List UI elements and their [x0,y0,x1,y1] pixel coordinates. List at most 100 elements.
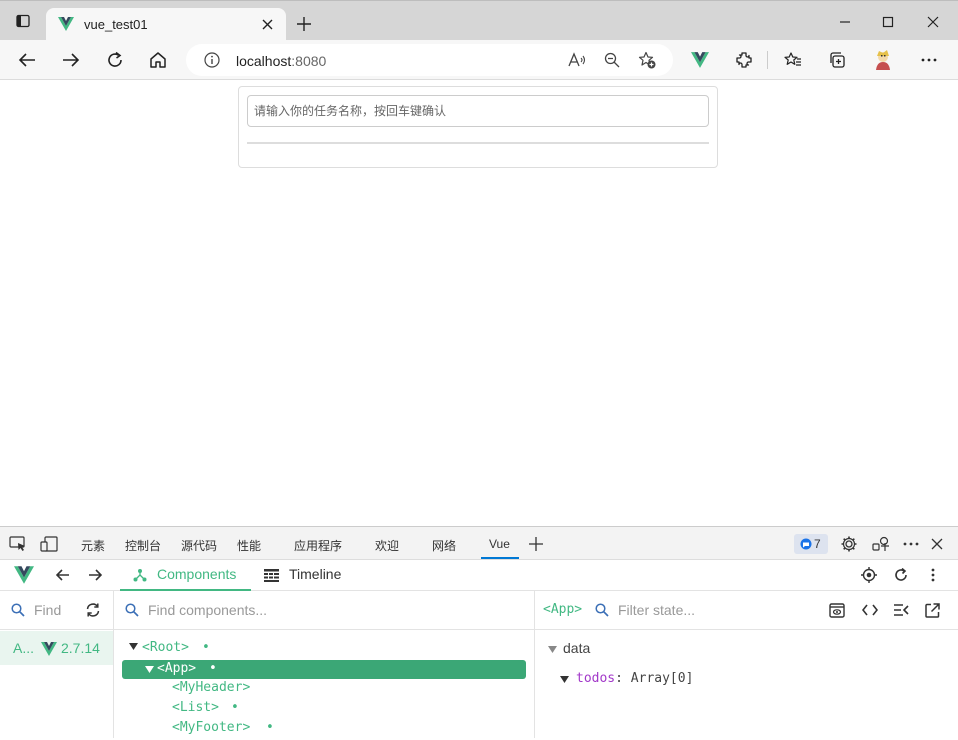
vue-back-icon[interactable] [48,560,78,590]
expand-triangle-icon[interactable] [129,642,138,651]
browser-toolbar: localhost:8080 [0,40,958,80]
close-tab-icon[interactable] [262,19,273,30]
collections-icon[interactable] [822,45,852,75]
filter-state-input[interactable]: Filter state... [618,602,695,618]
tree-node-myfooter[interactable]: <MyFooter> • [114,720,534,740]
tab-welcome[interactable]: 欢迎 [375,537,399,554]
vue-version: 2.7.14 [61,640,100,656]
state-colon: : [615,671,623,686]
vue-refresh-icon[interactable] [886,560,916,590]
favorites-icon[interactable] [778,45,808,75]
tab-sources[interactable]: 源代码 [181,537,217,554]
components-find-bar: Find components... [114,591,534,630]
settings-gear-icon[interactable] [834,529,864,559]
inspect-dom-code-icon[interactable] [862,604,878,616]
scroll-to-component-icon[interactable] [829,603,845,618]
vue-forward-icon[interactable] [80,560,110,590]
todo-input[interactable] [247,95,709,127]
tab-network[interactable]: 网络 [432,537,456,554]
refresh-apps-icon[interactable] [85,602,101,618]
page-viewport [0,80,958,526]
back-icon[interactable] [12,45,42,75]
state-filter-bar: <App> Filter state... [535,591,958,630]
open-in-editor-icon[interactable] [925,603,940,618]
new-tab-icon[interactable] [289,9,319,39]
minimize-icon[interactable] [830,7,860,37]
state-section-label: data [563,640,591,656]
maximize-icon[interactable] [873,7,903,37]
forward-icon[interactable] [56,45,86,75]
issues-icon [800,538,812,550]
address-bar[interactable]: localhost:8080 [186,44,673,76]
apps-find-input[interactable]: Find [34,602,61,618]
search-icon [11,603,25,617]
tree-node-dot: • [231,700,239,715]
todo-container [238,86,718,168]
state-entry[interactable]: todos: Array[0] [576,671,693,686]
read-aloud-icon[interactable] [568,52,586,68]
components-tab-label: Components [157,566,237,582]
tree-node-label: <App> [157,661,197,676]
expand-triangle-icon[interactable] [145,665,154,674]
refresh-icon[interactable] [100,45,130,75]
tab-vue[interactable]: Vue [489,537,510,551]
tree-node-dot: • [202,640,210,655]
tree-node-myheader[interactable]: <MyHeader> [114,680,534,700]
component-tree-panel: Find components... <Root> • <App> • <MyH… [114,591,535,738]
tab-components[interactable]: Components [120,560,251,591]
tab-performance[interactable]: 性能 [237,537,261,554]
vue-logo-icon [41,642,57,656]
issues-badge[interactable]: 7 [794,534,828,554]
extensions-icon[interactable] [729,45,759,75]
selected-component-name: <App> [543,602,583,617]
home-icon[interactable] [143,45,173,75]
show-render-code-icon[interactable] [893,604,909,617]
vue-more-icon[interactable] [918,560,948,590]
collapse-triangle-icon[interactable] [548,645,557,654]
app-name: A... [13,640,35,656]
tab-console[interactable]: 控制台 [125,537,161,554]
customize-devtools-icon[interactable] [866,529,896,559]
profile-avatar[interactable] [868,45,898,75]
zoom-out-icon[interactable] [604,52,620,68]
add-tool-icon[interactable] [521,529,551,559]
state-key: todos [576,671,616,686]
vue-devtools-bar: Components Timeline [0,560,958,591]
app-list-item[interactable]: A... 2.7.14 [0,631,113,665]
more-menu-icon[interactable] [914,45,944,75]
tree-node-list[interactable]: <List> • [114,700,534,720]
timeline-tab-label: Timeline [289,566,342,582]
apps-panel: Find A... 2.7.14 [0,591,114,738]
expand-triangle-icon[interactable] [560,675,569,684]
inspect-element-icon[interactable] [3,529,33,559]
add-favorite-icon[interactable] [638,51,656,69]
search-icon [125,603,139,617]
vue-logo-icon [14,566,34,584]
tab-actions-icon[interactable] [8,6,38,36]
tree-node-label: <List> [172,700,219,715]
apps-find-bar: Find [0,591,113,630]
search-icon [595,603,609,617]
browser-tab[interactable]: vue_test01 [46,8,286,42]
browser-titlebar: vue_test01 [0,0,958,42]
select-component-target-icon[interactable] [854,560,884,590]
tree-node-label: <MyHeader> [172,680,251,695]
url-text[interactable]: localhost:8080 [236,53,326,69]
site-info-icon[interactable] [204,52,220,68]
close-devtools-icon[interactable] [922,529,952,559]
close-window-icon[interactable] [918,7,948,37]
active-tab-indicator [481,557,519,559]
components-find-input[interactable]: Find components... [148,602,267,618]
state-inspector-panel: <App> Filter state... data todos: Array[… [535,591,958,738]
timeline-icon [264,569,279,582]
tab-application[interactable]: 应用程序 [294,537,342,554]
tab-elements[interactable]: 元素 [81,537,105,554]
tree-node-label: <Root> [142,640,189,655]
tab-title: vue_test01 [84,17,148,32]
tree-node-app-selected[interactable]: <App> • [122,660,526,679]
toolbar-divider [767,51,768,69]
device-emulation-icon[interactable] [34,529,64,559]
tree-node-root[interactable]: <Root> • [114,640,534,660]
vue-devtools-extension-icon[interactable] [685,45,715,75]
devtools-tab-strip: 元素 控制台 源代码 性能 应用程序 欢迎 网络 Vue 7 [0,526,958,560]
